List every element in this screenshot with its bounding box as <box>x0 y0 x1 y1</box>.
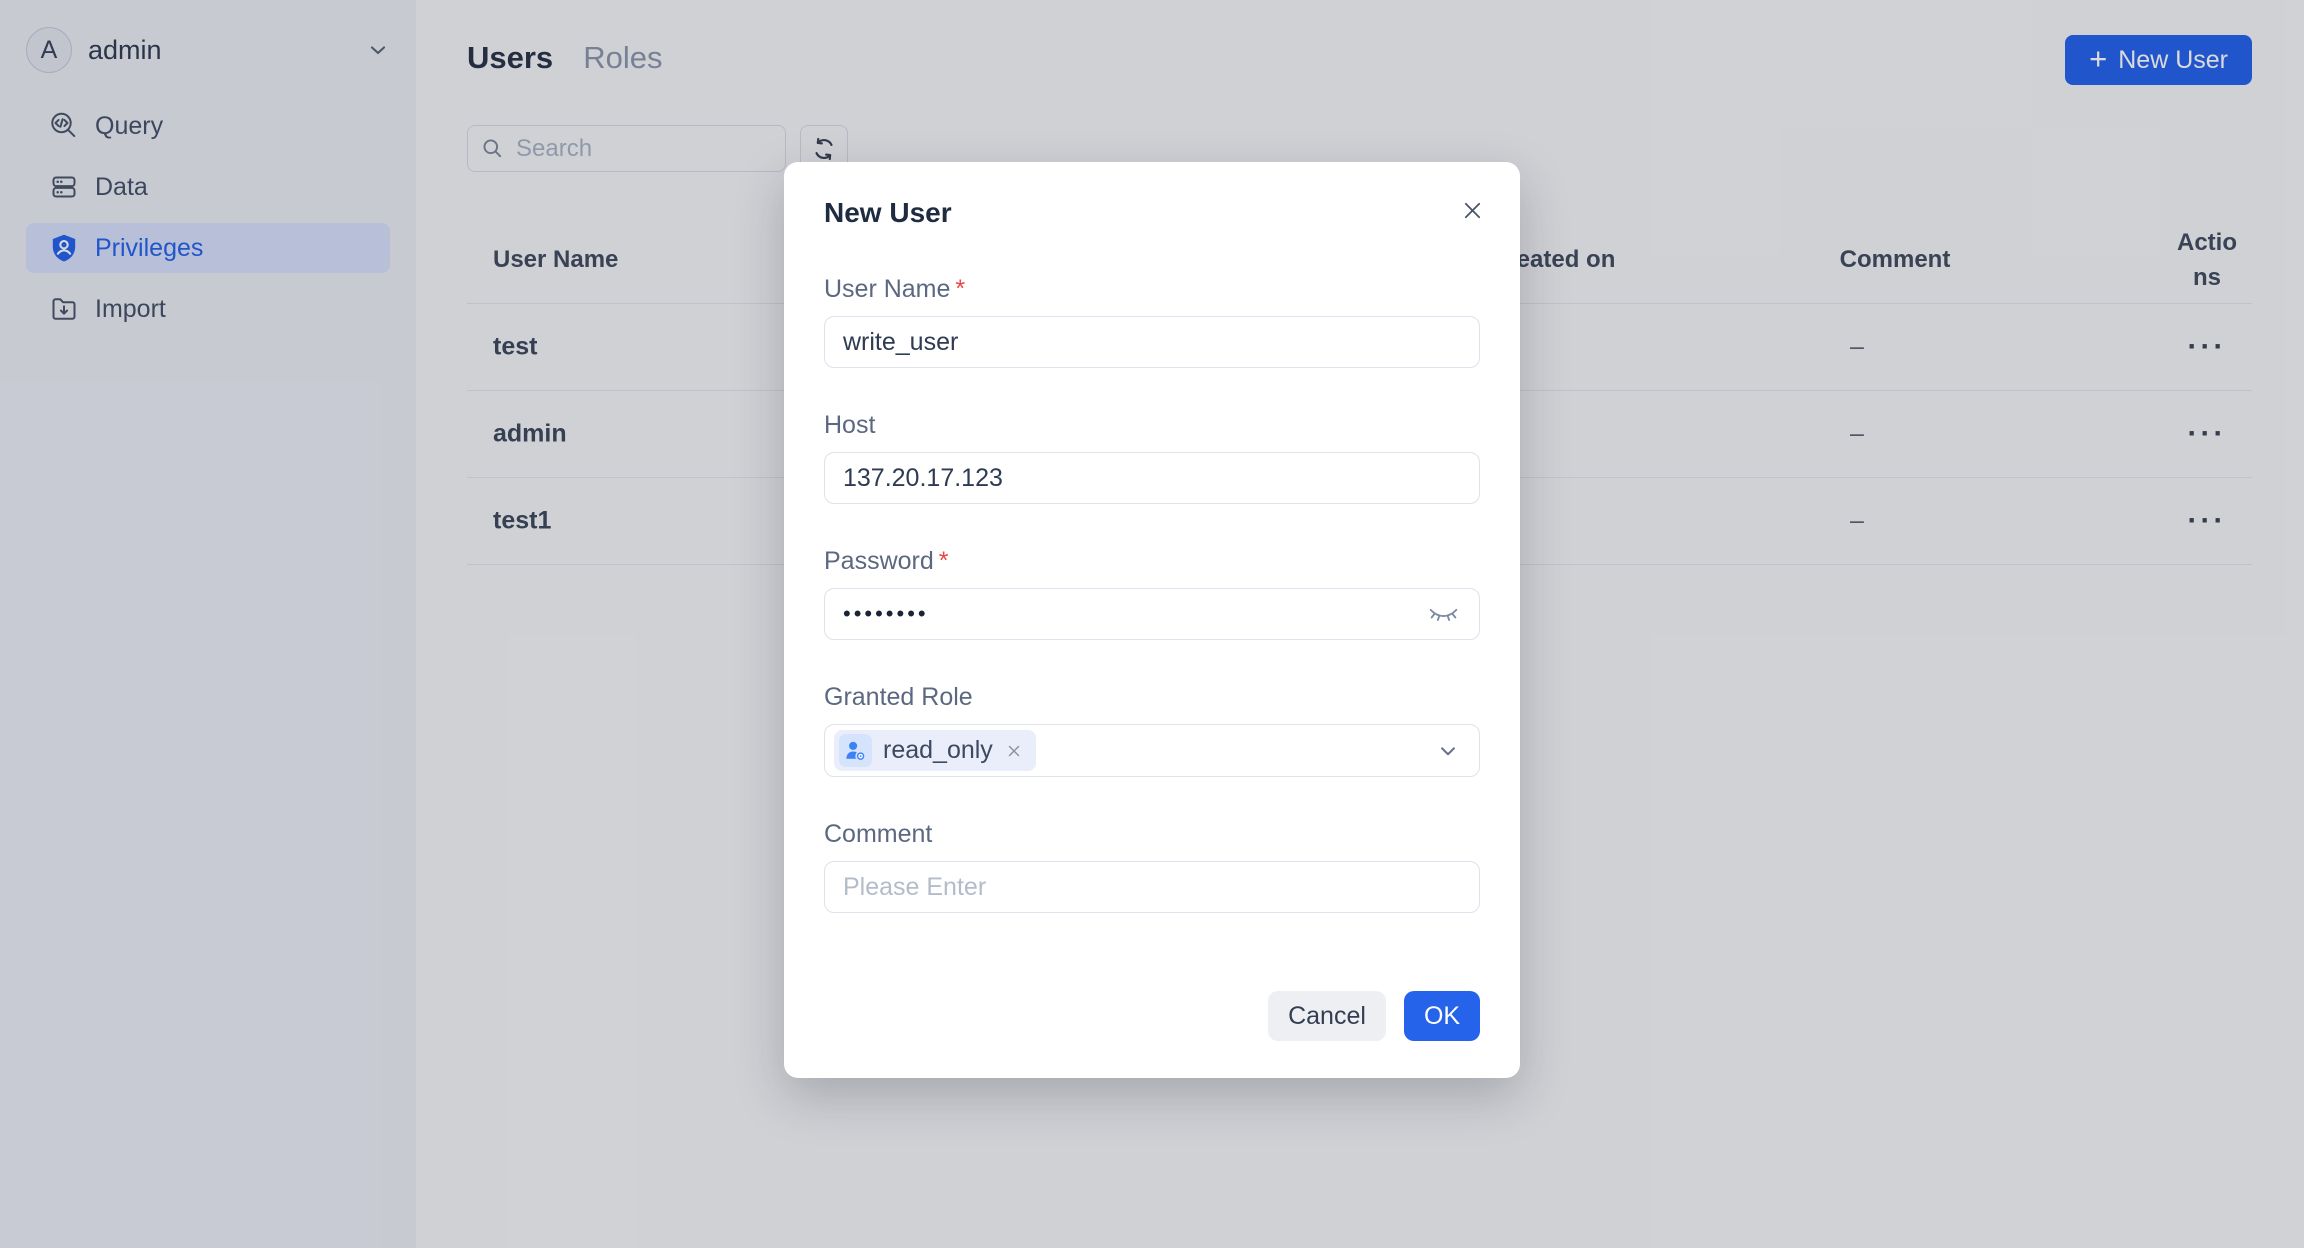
required-asterisk: * <box>939 547 949 575</box>
password-label: Password <box>824 547 934 575</box>
granted-role-label: Granted Role <box>824 683 973 711</box>
role-user-icon <box>839 734 872 767</box>
host-label: Host <box>824 411 875 439</box>
comment-input[interactable] <box>824 861 1480 913</box>
granted-role-select[interactable]: read_only <box>824 724 1480 777</box>
field-password: Password* <box>824 546 1480 640</box>
password-input[interactable] <box>824 588 1480 640</box>
user-name-input[interactable] <box>824 316 1480 368</box>
cancel-button[interactable]: Cancel <box>1268 991 1386 1041</box>
field-user-name: User Name* <box>824 274 1480 368</box>
required-asterisk: * <box>955 275 965 303</box>
modal-close-button[interactable] <box>1454 192 1490 228</box>
password-visibility-toggle[interactable] <box>1423 598 1464 631</box>
chevron-down-icon <box>1435 738 1461 764</box>
field-host: Host <box>824 410 1480 504</box>
modal-footer: Cancel OK <box>824 991 1480 1041</box>
modal-title: New User <box>824 196 1480 230</box>
comment-label: Comment <box>824 820 932 848</box>
eye-closed-icon <box>1427 602 1460 627</box>
role-tag-remove-icon[interactable] <box>1004 741 1024 761</box>
new-user-modal: New User User Name* Host Password* <box>784 162 1520 1078</box>
host-input[interactable] <box>824 452 1480 504</box>
role-tag: read_only <box>834 730 1036 771</box>
ok-button[interactable]: OK <box>1404 991 1480 1041</box>
user-name-label: User Name <box>824 275 950 303</box>
field-comment: Comment <box>824 819 1480 913</box>
close-icon <box>1461 199 1484 222</box>
role-tag-label: read_only <box>883 736 993 765</box>
field-granted-role: Granted Role read_only <box>824 682 1480 777</box>
